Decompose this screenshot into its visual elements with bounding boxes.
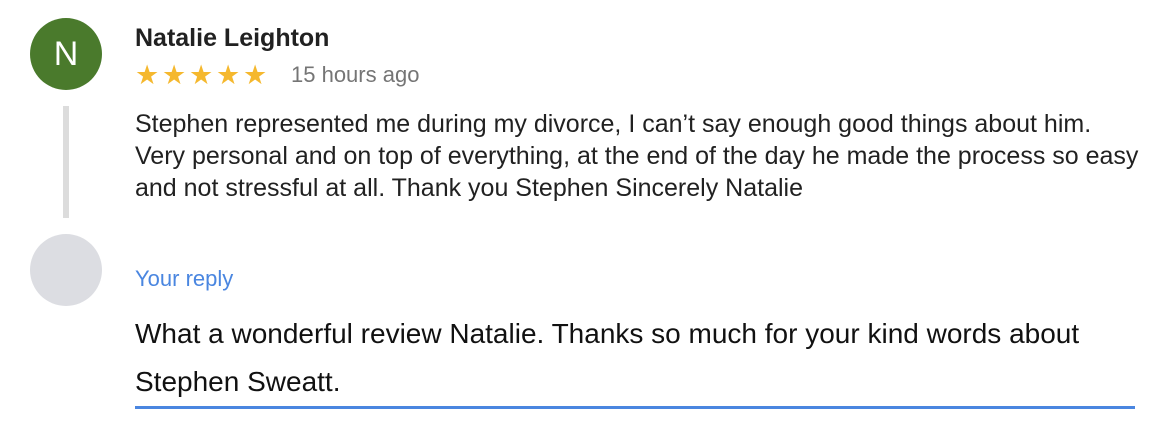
review-timestamp: 15 hours ago — [291, 62, 420, 87]
reply-input[interactable]: What a wonderful review Natalie. Thanks … — [135, 310, 1135, 409]
reviewer-avatar: N — [30, 18, 102, 90]
star-icon: ★ — [216, 59, 241, 90]
star-icon: ★ — [243, 59, 268, 90]
reviewer-name: Natalie Leighton — [135, 24, 330, 52]
reply-label: Your reply — [135, 266, 234, 291]
review-text: Stephen represented me during my divorce… — [135, 110, 1139, 202]
avatar-letter: N — [53, 34, 79, 73]
star-icon: ★ — [135, 59, 160, 90]
reply-avatar — [30, 234, 102, 306]
rating-row: ★ ★ ★ ★ ★ 15 hours ago — [135, 59, 419, 91]
thread-connector-line — [63, 106, 69, 218]
star-icon: ★ — [189, 59, 214, 90]
star-icon: ★ — [162, 59, 187, 90]
